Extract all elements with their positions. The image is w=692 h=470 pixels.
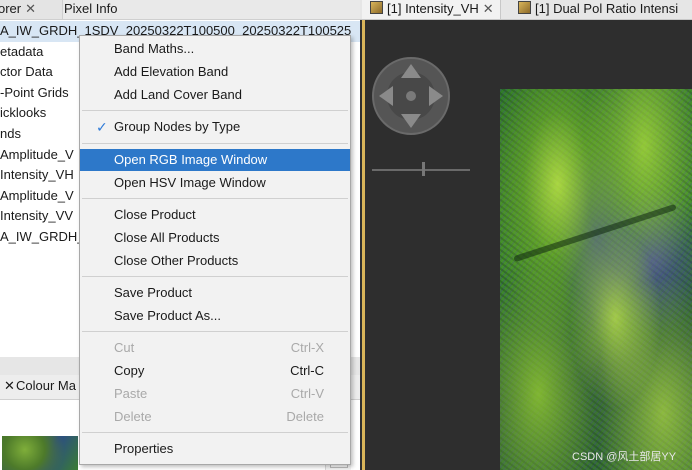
- menu-item-label: Close Product: [114, 207, 196, 222]
- tree-node-label: -Point Grids: [0, 84, 69, 100]
- menu-item-label: Copy: [114, 363, 145, 378]
- menu-item-label: Delete: [114, 409, 152, 424]
- menu-separator: [82, 143, 348, 144]
- explorer-tabbar: orer ✕ Pixel Info: [0, 0, 360, 20]
- histogram-thumbnail: [2, 436, 78, 470]
- menu-item-copy[interactable]: Copy Ctrl-C: [80, 360, 350, 382]
- menu-item-properties[interactable]: Properties: [80, 438, 350, 460]
- menu-item-label: Close All Products: [114, 230, 220, 245]
- menu-item-shortcut: Ctrl-X: [290, 340, 324, 355]
- context-menu: Band Maths... Add Elevation Band Add Lan…: [79, 35, 351, 465]
- checkmark-icon: ✓: [96, 119, 108, 135]
- menu-item-add-elevation-band[interactable]: Add Elevation Band: [80, 61, 350, 83]
- menu-item-label: Group Nodes by Type: [114, 119, 241, 134]
- menu-separator: [82, 110, 348, 111]
- menu-item-open-rgb-image-window[interactable]: Open RGB Image Window: [80, 149, 350, 171]
- menu-item-cut[interactable]: Cut Ctrl-X: [80, 337, 350, 359]
- watermark: CSDN @风土部居YY: [572, 451, 677, 463]
- menu-item-close-all-products[interactable]: Close All Products: [80, 227, 350, 249]
- menu-item-label: Close Other Products: [114, 253, 239, 268]
- tree-node-label: Amplitude_V: [0, 187, 74, 203]
- menu-item-label: Open HSV Image Window: [114, 175, 266, 190]
- menu-item-label: Save Product As...: [114, 308, 221, 323]
- tab-dual-pol-ratio[interactable]: [1] Dual Pol Ratio Intensi: [510, 0, 684, 19]
- menu-item-save-product[interactable]: Save Product: [80, 282, 350, 304]
- image-view-panel: [1] Intensity_VH ✕ [1] Dual Pol Ratio Int…: [360, 0, 692, 470]
- tab-intensity-vh[interactable]: [1] Intensity_VH ✕: [362, 0, 501, 19]
- tree-node-label: etadata: [0, 43, 44, 59]
- zoom-slider-track[interactable]: [372, 169, 470, 171]
- menu-item-band-maths[interactable]: Band Maths...: [80, 38, 350, 60]
- menu-item-shortcut: Ctrl-V: [290, 386, 324, 401]
- zoom-slider-knob[interactable]: [422, 162, 425, 176]
- menu-item-label: Save Product: [114, 285, 193, 300]
- menu-item-paste[interactable]: Paste Ctrl-V: [80, 383, 350, 405]
- image-tabbar: [1] Intensity_VH ✕ [1] Dual Pol Ratio Int…: [360, 0, 692, 20]
- menu-item-close-other-products[interactable]: Close Other Products: [80, 250, 350, 272]
- menu-item-label: Add Land Cover Band: [114, 87, 242, 102]
- navigation-compass-icon[interactable]: [371, 56, 451, 136]
- tree-node-label: ctor Data: [0, 64, 53, 80]
- close-icon[interactable]: ✕: [483, 1, 494, 16]
- menu-item-label: Properties: [114, 441, 174, 456]
- menu-item-shortcut: Delete: [286, 409, 324, 424]
- tree-node-label: Amplitude_V: [0, 146, 74, 162]
- close-icon[interactable]: ✕: [25, 1, 36, 16]
- menu-item-add-land-cover-band[interactable]: Add Land Cover Band: [80, 84, 350, 106]
- image-window-icon: [518, 1, 531, 14]
- menu-item-label: Band Maths...: [114, 41, 195, 56]
- tree-node-label: nds: [0, 125, 21, 141]
- menu-separator: [82, 331, 348, 332]
- tab-label: [1] Dual Pol Ratio Intensi: [535, 1, 679, 16]
- tab-colour-manipulation[interactable]: Colour Ma: [10, 377, 82, 396]
- menu-item-label: Paste: [114, 386, 148, 401]
- sar-image-raster[interactable]: [500, 89, 692, 470]
- tree-node-label: Intensity_VH: [0, 167, 74, 183]
- menu-item-open-hsv-image-window[interactable]: Open HSV Image Window: [80, 172, 350, 194]
- menu-separator: [82, 432, 348, 433]
- menu-item-group-nodes-by-type[interactable]: ✓ Group Nodes by Type: [80, 116, 350, 138]
- tab-label: Colour Ma: [16, 378, 76, 393]
- menu-item-save-product-as[interactable]: Save Product As...: [80, 305, 350, 327]
- menu-item-label: Cut: [114, 340, 135, 355]
- tab-product-explorer[interactable]: orer ✕: [0, 0, 63, 19]
- image-window-icon: [370, 1, 383, 14]
- tab-label: Pixel Info: [64, 1, 118, 16]
- menu-item-close-product[interactable]: Close Product: [80, 204, 350, 226]
- menu-item-delete[interactable]: Delete Delete: [80, 406, 350, 428]
- menu-separator: [82, 198, 348, 199]
- tab-pixel-info[interactable]: Pixel Info: [58, 0, 123, 19]
- tree-node-label: icklooks: [0, 105, 47, 121]
- menu-item-shortcut: Ctrl-C: [290, 363, 324, 378]
- menu-item-label: Add Elevation Band: [114, 64, 229, 79]
- menu-separator: [82, 276, 348, 277]
- tab-label: orer: [0, 1, 22, 16]
- tree-node-label: Intensity_VV: [0, 208, 73, 224]
- menu-item-label: Open RGB Image Window: [114, 152, 268, 167]
- tab-label: [1] Intensity_VH: [387, 1, 479, 16]
- tree-node-label: A_IW_GRDH_: [0, 228, 85, 244]
